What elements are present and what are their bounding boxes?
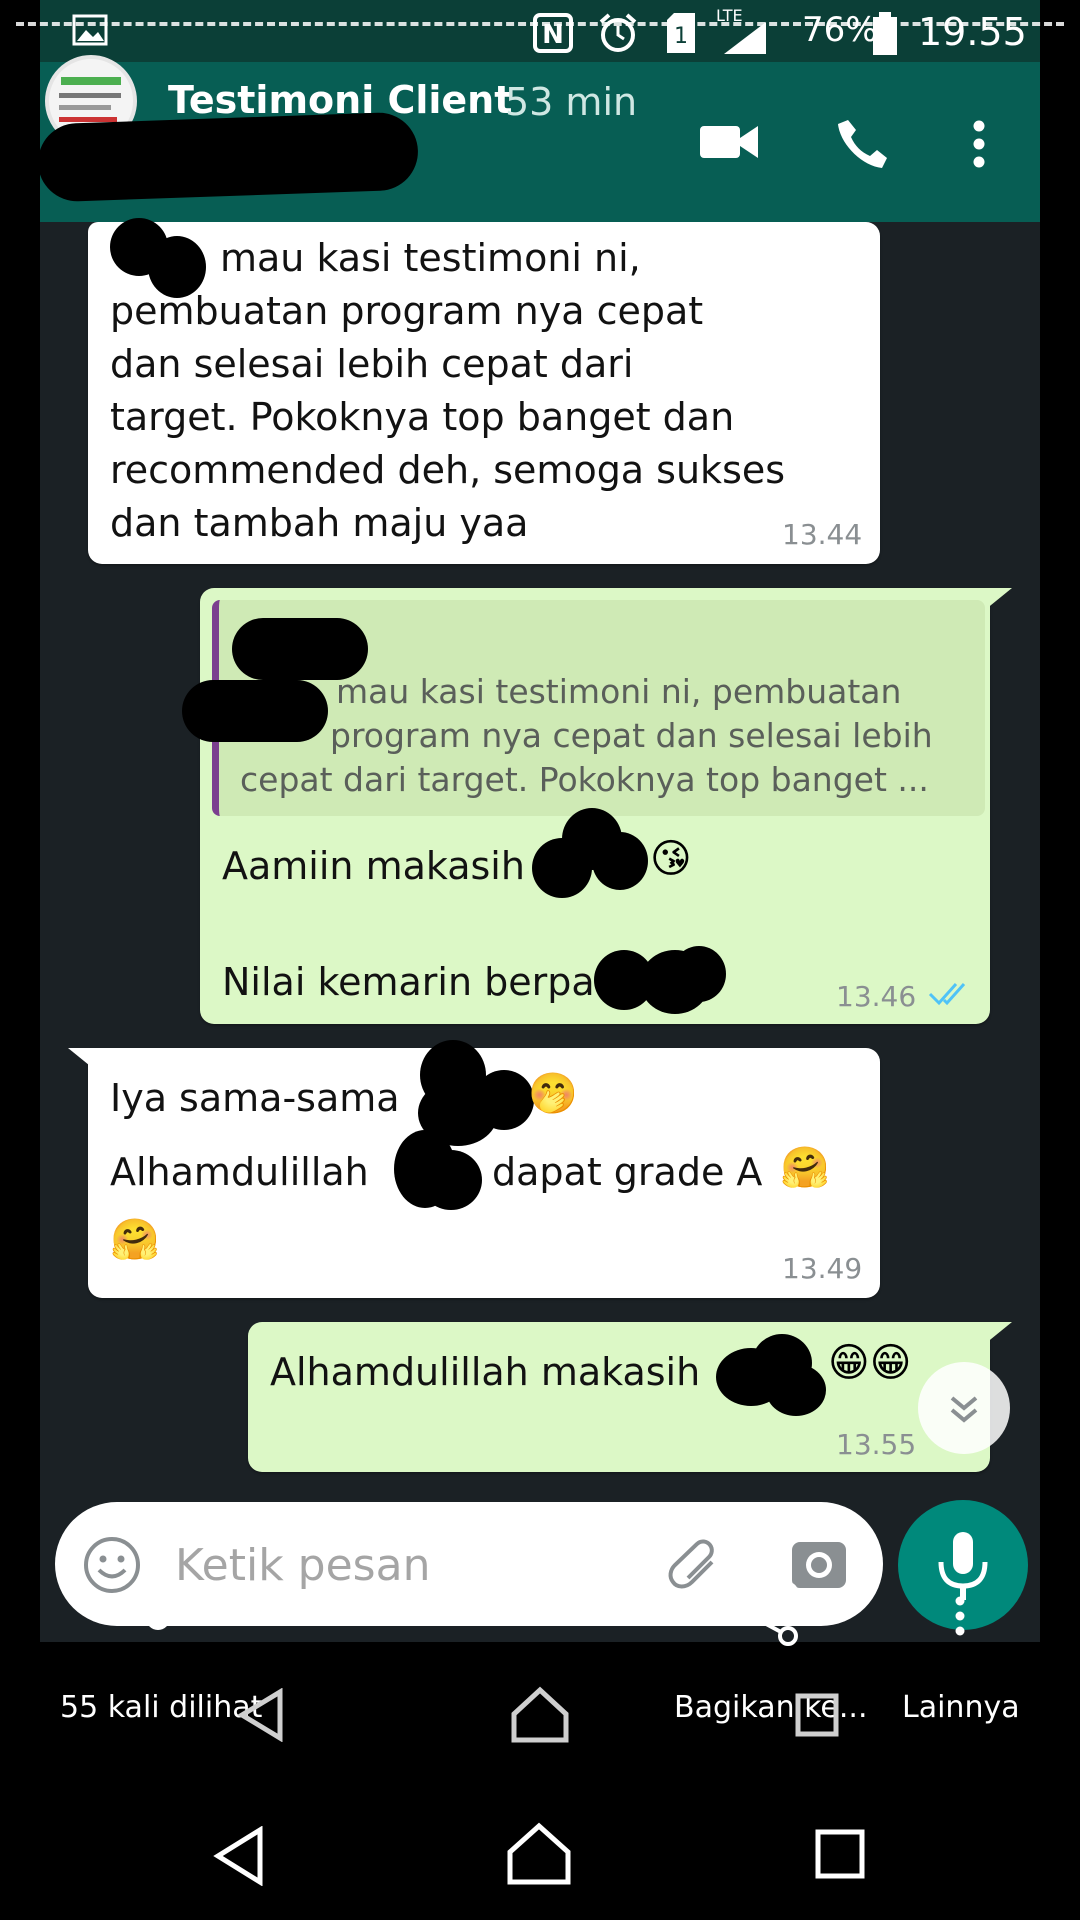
quoted-text: cepat dari target. Pokoknya top banget .… [240, 760, 929, 799]
battery-icon [873, 12, 897, 55]
quoted-text: program nya cepat dan selesai lebih [330, 716, 933, 755]
ghost-home-icon [511, 1686, 569, 1743]
battery-percent: 76% [802, 10, 878, 50]
alarm-icon [599, 13, 637, 52]
message-text: mau kasi testimoni ni, [220, 236, 641, 280]
ghost-back-icon [237, 1688, 283, 1742]
message-time: 13.49 [782, 1252, 863, 1285]
message-text: target. Pokoknya top banget dan [110, 395, 735, 439]
redaction-mark [420, 1150, 482, 1210]
message-text: dapat grade A [492, 1150, 763, 1194]
more-dots-icon[interactable] [952, 1596, 968, 1636]
redaction-mark [672, 946, 726, 1002]
signal-icon [724, 22, 766, 54]
message-text: recommended deh, semoga sukses [110, 448, 786, 492]
chat-subtitle: 53 min [505, 80, 638, 124]
recents-icon[interactable] [814, 1828, 866, 1880]
clock: 19.55 [918, 10, 1027, 54]
hug-emoji: 🤗 [110, 1217, 160, 1263]
message-text: Nilai kemarin berpa [222, 960, 595, 1004]
sim-card-icon: 1 [667, 13, 695, 53]
attach-icon[interactable] [666, 1536, 726, 1596]
message-text: Alhamdulillah [110, 1150, 369, 1194]
svg-text:1: 1 [674, 24, 688, 49]
more-button[interactable]: Lainnya [902, 1690, 1020, 1725]
bubble-tail [68, 1048, 100, 1074]
nfc-icon: N [533, 13, 573, 53]
chat-title[interactable]: Testimoni Client [168, 78, 512, 122]
message-text: dan tambah maju yaa [110, 501, 529, 545]
double-chevron-down-icon [950, 1396, 978, 1423]
redaction-mark [36, 111, 420, 203]
message-text: Alhamdulillah makasih [270, 1350, 701, 1394]
svg-text:N: N [542, 20, 564, 50]
giggle-emoji: 🤭 [528, 1071, 578, 1117]
message-text: dan selesai lebih cepat dari [110, 342, 634, 386]
read-receipt-icon [928, 982, 966, 1006]
emoji-icon[interactable] [82, 1535, 142, 1595]
voice-call-icon[interactable] [834, 116, 890, 172]
eye-icon [120, 1595, 196, 1630]
quoted-text: mau kasi testimoni ni, pembuatan [336, 672, 902, 711]
message-time: 13.55 [836, 1428, 917, 1461]
redaction-mark [182, 680, 328, 742]
message-time: 13.46 [836, 980, 917, 1013]
scroll-to-bottom-button[interactable] [918, 1362, 1010, 1454]
video-call-icon[interactable] [700, 122, 758, 162]
message-text: Aamiin makasih [222, 844, 525, 888]
ghost-recents-icon [795, 1693, 839, 1737]
view-count[interactable]: 55 kali dilihat [60, 1690, 262, 1725]
back-icon[interactable] [212, 1826, 268, 1886]
hug-emoji: 🤗 [780, 1145, 830, 1191]
message-input[interactable]: Ketik pesan [175, 1540, 430, 1591]
message-time: 13.44 [782, 518, 863, 551]
overflow-menu-icon[interactable] [966, 118, 992, 170]
message-text: Iya sama-sama [110, 1076, 400, 1120]
message-text: pembuatan program nya cepat [110, 289, 704, 333]
redaction-mark [592, 832, 648, 890]
image-notification-icon [72, 14, 108, 46]
redaction-mark [474, 1070, 534, 1130]
grin-emoji: 😁😁 [828, 1340, 912, 1386]
redaction-mark [766, 1364, 826, 1416]
share-icon[interactable] [736, 1580, 804, 1648]
kiss-emoji: 😘 [650, 836, 692, 882]
home-icon[interactable] [506, 1822, 572, 1886]
bubble-tail [980, 1322, 1012, 1348]
